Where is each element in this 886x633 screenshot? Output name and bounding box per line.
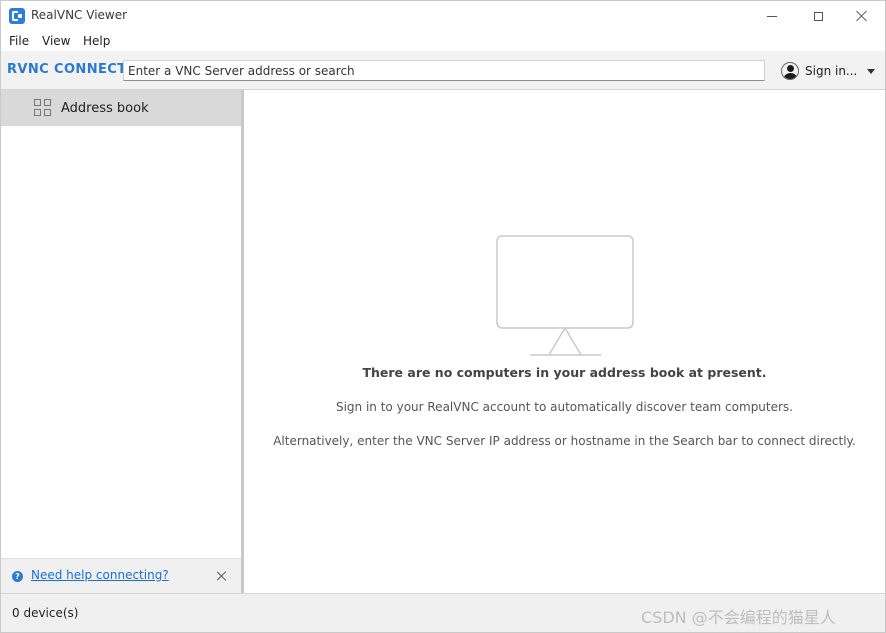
sidebar: Address book ? Need help connecting? xyxy=(1,90,241,594)
title-bar: RealVNC Viewer xyxy=(1,1,885,31)
device-count: 0 device(s) xyxy=(12,606,79,620)
maximize-button[interactable] xyxy=(795,1,841,31)
realvnc-app-icon xyxy=(9,8,25,24)
toolbar: RVNC CONNECT Sign in... xyxy=(1,51,885,90)
menu-view[interactable]: View xyxy=(42,34,70,48)
minimize-button[interactable] xyxy=(749,1,795,31)
sidebar-item-address-book[interactable]: Address book xyxy=(1,90,241,126)
sign-in-label: Sign in... xyxy=(805,64,858,78)
close-icon xyxy=(856,10,868,22)
menu-help[interactable]: Help xyxy=(83,34,110,48)
need-help-link[interactable]: Need help connecting? xyxy=(31,568,169,582)
window-title: RealVNC Viewer xyxy=(31,8,128,22)
grid-icon xyxy=(34,99,52,117)
chevron-down-icon xyxy=(867,68,876,74)
help-question-icon: ? xyxy=(12,571,23,582)
empty-monitor-illustration xyxy=(496,235,634,356)
close-window-button[interactable] xyxy=(839,1,885,31)
menu-file[interactable]: File xyxy=(9,34,29,48)
vnc-connect-logo: RVNC CONNECT xyxy=(7,62,127,77)
main-content: There are no computers in your address b… xyxy=(244,90,885,593)
empty-state-title: There are no computers in your address b… xyxy=(362,365,767,380)
watermark: CSDN @不会编程的猫星人 xyxy=(641,608,836,627)
help-bar: ? Need help connecting? xyxy=(1,558,241,594)
menu-bar: File View Help xyxy=(1,31,885,51)
dismiss-help-close-icon[interactable] xyxy=(216,570,228,582)
sign-in-button[interactable]: Sign in... xyxy=(781,60,881,82)
user-avatar-icon xyxy=(781,62,799,80)
empty-state-signin-hint: Sign in to your RealVNC account to autom… xyxy=(335,400,793,414)
search-input[interactable] xyxy=(123,60,765,81)
app-window: RealVNC Viewer File View Help RVNC CONNE… xyxy=(0,0,886,633)
sidebar-item-label: Address book xyxy=(61,100,149,116)
status-bar: 0 device(s) CSDN @不会编程的猫星人 xyxy=(1,593,885,632)
empty-state-search-hint: Alternatively, enter the VNC Server IP a… xyxy=(273,434,856,448)
minimize-icon xyxy=(767,15,777,17)
maximize-icon xyxy=(813,11,823,21)
